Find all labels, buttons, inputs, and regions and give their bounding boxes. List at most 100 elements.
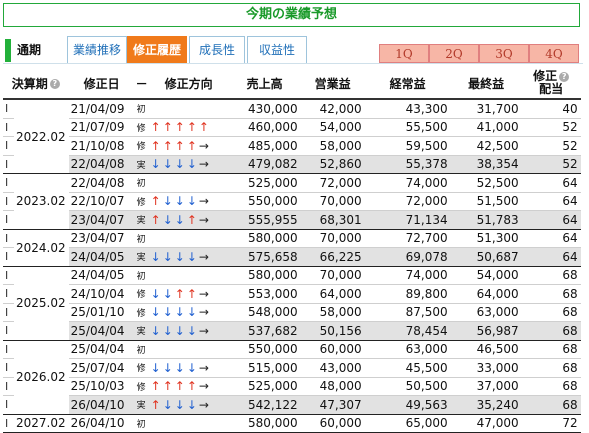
direction-up-icon: ↑ [186,120,199,135]
revision-date: 24/10/04 [68,284,135,304]
direction-down-icon: ↓ [162,249,175,264]
dividend-value: 68 [521,358,581,378]
revision-date: 24/04/05 [68,247,135,267]
revision-date: 23/04/07 [68,210,135,230]
quarter-3q-button[interactable]: 3Q [479,44,529,63]
quarter-2q-button[interactable]: 2Q [429,44,479,63]
operating-profit-value: 58,000 [300,136,365,156]
direction-down-icon: ↓ [174,249,187,264]
net-profit-value: 64,000 [450,284,522,304]
help-icon[interactable]: ? [559,71,570,82]
tab-performance-trend[interactable]: 業績推移 [67,36,127,63]
operating-profit-value: 52,860 [300,155,365,174]
table-header-row: 決算期? 修正日 － 修正方向 売上高 営業益 経常益 最終益 修正? 配当 [3,68,581,100]
ordinary-profit-value: 69,078 [364,247,451,267]
direction-down-icon: ↓ [150,323,163,338]
sales-value: 525,000 [228,377,301,396]
revision-direction: ↑↓↓↓→ [148,192,229,211]
revision-kind: 初 [134,229,149,248]
sales-value: 575,658 [228,247,301,267]
row-marker: I [3,358,14,378]
revision-date: 25/07/04 [68,358,135,378]
revision-kind: 初 [134,266,149,285]
operating-profit-value: 66,225 [300,247,365,267]
period-cell: 2022.02 [14,99,69,174]
revision-kind: 修 [134,136,149,156]
revision-direction: ↑↑↑↑→ [148,377,229,396]
quarter-1q-button[interactable]: 1Q [379,44,429,63]
direction-flat-icon: → [198,397,211,412]
direction-flat-icon: → [198,212,211,227]
table-row: I 2026.02 25/04/04 初 550,000 60,000 63,000 46,5… [3,340,581,415]
col-dividend: 修正? 配当 [521,68,581,100]
table-row: I 2023.02 22/04/08 初 525,000 72,000 74,000 52,5… [3,173,581,230]
operating-profit-value: 70,000 [300,192,365,211]
direction-flat-icon: → [198,323,211,338]
tab-growth[interactable]: 成長性 [189,36,245,63]
direction-down-icon: ↓ [150,249,163,264]
tab-bar: 通期 業績推移 修正履歴 成長性 収益性 1Q 2Q 3Q 4Q [3,36,583,64]
sales-value: 515,000 [228,358,301,378]
revision-kind: 修 [134,192,149,211]
operating-profit-value: 60,000 [300,340,365,359]
direction-up-icon: ↑ [186,379,199,394]
operating-profit-value: 47,307 [300,395,365,415]
direction-flat-icon: → [198,138,211,153]
direction-up-icon: ↑ [162,120,175,135]
table-row: I 25/01/10 修 ↓↓↓↓→ 548,000 58,000 87,500 63,000… [3,303,581,322]
ordinary-profit-value: 43,300 [364,99,451,119]
net-profit-value: 51,500 [450,192,522,211]
col-operating-profit: 営業益 [300,68,365,100]
ordinary-profit-value: 89,800 [364,284,451,304]
col-sales: 売上高 [228,68,301,100]
net-profit-value: 38,354 [450,155,522,174]
operating-profit-value: 54,000 [300,118,365,137]
operating-profit-value: 43,000 [300,358,365,378]
direction-down-icon: ↓ [162,323,175,338]
dividend-value: 52 [521,155,581,174]
revision-date: 25/04/04 [68,321,135,341]
revision-kind: 修 [134,303,149,322]
ordinary-profit-value: 55,378 [364,155,451,174]
net-profit-value: 35,240 [450,395,522,415]
net-profit-value: 52,500 [450,173,522,193]
direction-flat-icon: → [198,360,211,375]
sales-value: 537,682 [228,321,301,341]
net-profit-value: 42,500 [450,136,522,156]
revision-date: 23/04/07 [68,229,135,248]
tab-profitability[interactable]: 収益性 [247,36,307,63]
direction-up-icon: ↑ [150,120,163,135]
revision-date: 26/04/10 [68,395,135,415]
revision-kind: 初 [134,340,149,359]
direction-down-icon: ↓ [174,305,187,320]
revision-date: 25/04/04 [68,340,135,359]
revision-direction [148,173,229,193]
table-row: I 24/04/05 実 ↓↓↓↓→ 575,658 66,225 69,078 50,687… [3,247,581,267]
row-marker: I [3,118,14,137]
quarter-4q-button[interactable]: 4Q [529,44,579,63]
operating-profit-value: 70,000 [300,266,365,285]
col-ordinary-profit: 経常益 [364,68,451,100]
revision-kind: 実 [134,247,149,267]
direction-down-icon: ↓ [186,249,199,264]
period-cell: 2024.02 [14,229,69,267]
ordinary-profit-value: 45,500 [364,358,451,378]
direction-down-icon: ↓ [186,305,199,320]
revision-direction [148,266,229,285]
dividend-value: 40 [521,99,581,119]
help-icon[interactable]: ? [49,79,60,89]
row-marker: I [3,303,14,322]
direction-down-icon: ↓ [174,212,187,227]
tab-revision-history[interactable]: 修正履歴 [127,36,187,63]
ordinary-profit-value: 55,500 [364,118,451,137]
direction-up-icon: ↑ [162,138,175,153]
direction-down-icon: ↓ [174,360,187,375]
period-cell: 2025.02 [14,266,69,341]
table-row: I 26/04/10 実 ↑↓↓↓→ 542,122 47,307 49,563 35,240… [3,395,581,415]
operating-profit-value: 50,156 [300,321,365,341]
sales-value: 485,000 [228,136,301,156]
direction-up-icon: ↑ [174,286,187,301]
revision-kind: 初 [134,173,149,193]
net-profit-value: 31,700 [450,99,522,119]
table-row: I 21/10/08 修 ↑↑↑↑→ 485,000 58,000 59,500 42,500… [3,136,581,156]
